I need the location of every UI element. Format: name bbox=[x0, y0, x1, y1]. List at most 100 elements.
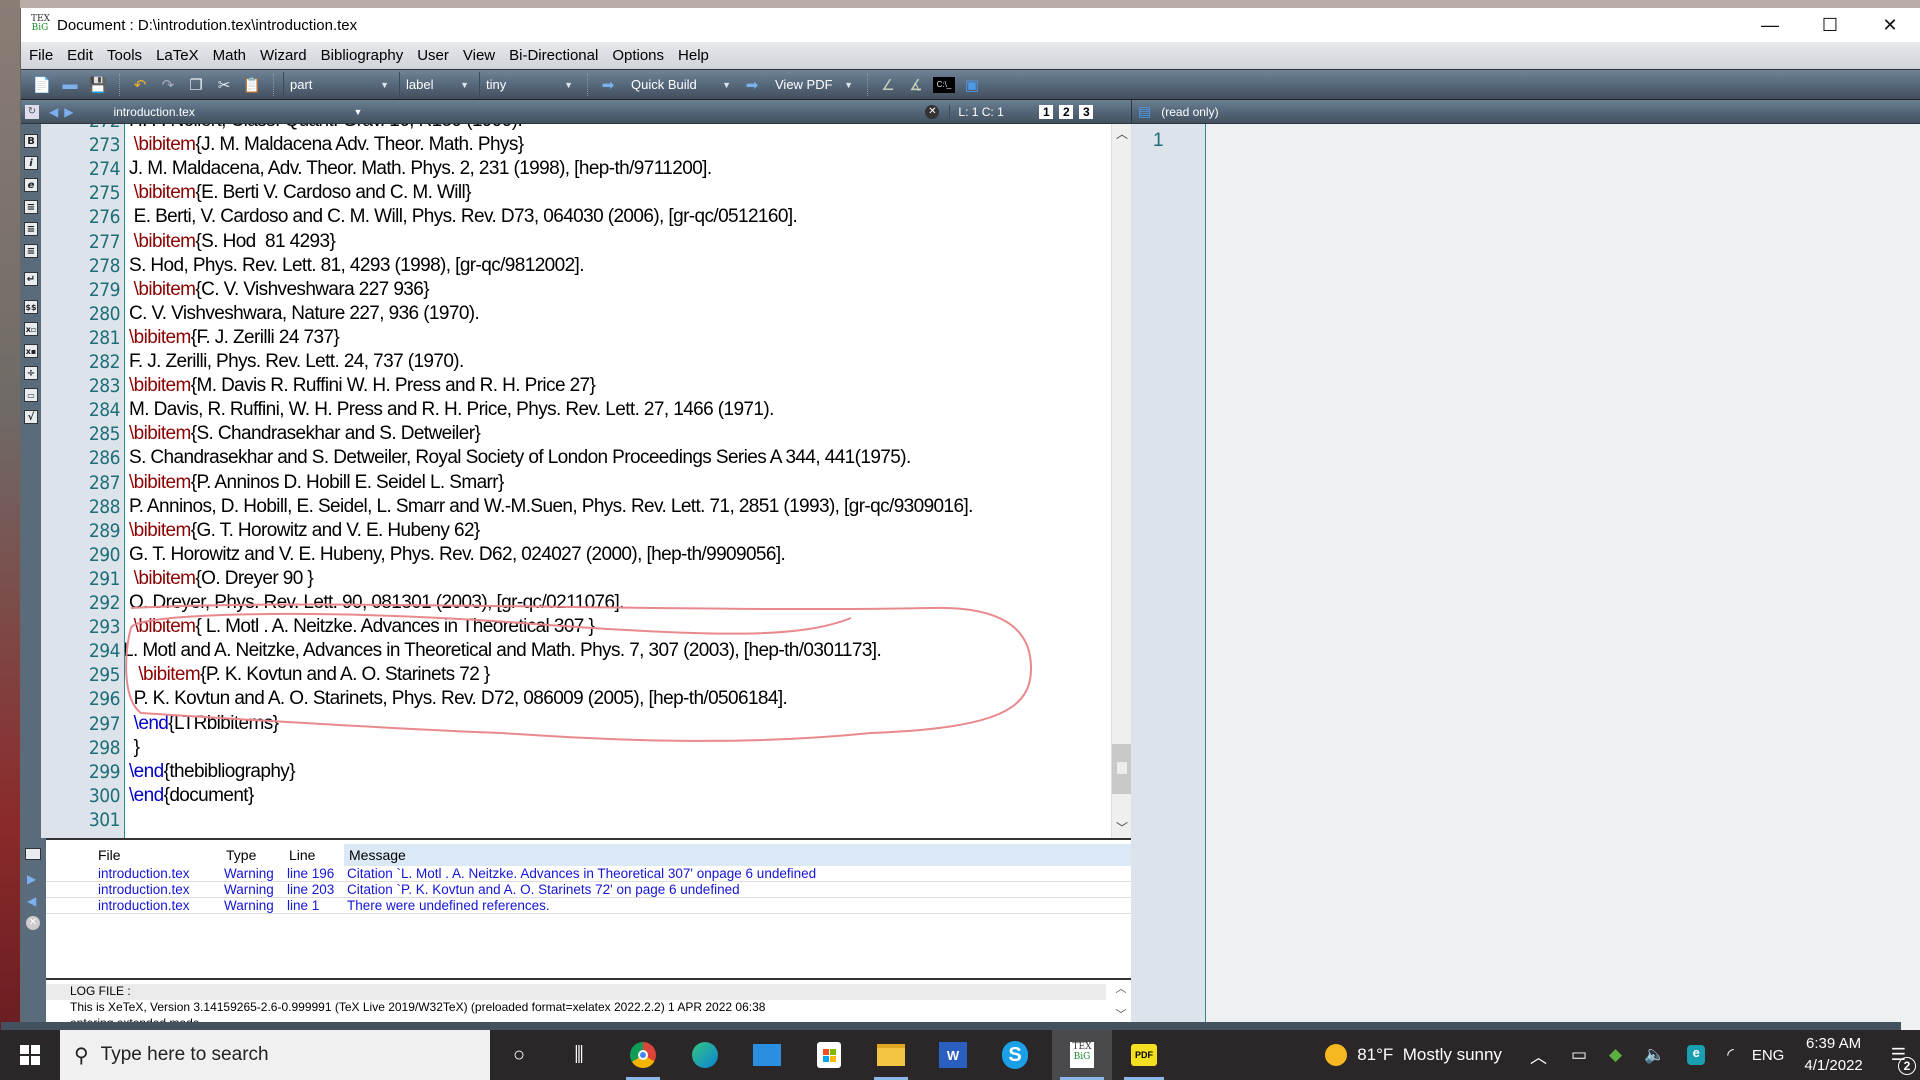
message-row[interactable]: introduction.tex Warning line 1 There were … bbox=[46, 898, 1131, 914]
menu-wizard[interactable]: Wizard bbox=[260, 47, 307, 64]
code-line[interactable]: S. Hod, Phys. Rev. Lett. 81, 4293 (1998)… bbox=[129, 255, 585, 277]
print-icon[interactable]: ▤ bbox=[1138, 103, 1151, 120]
code-line[interactable]: H. P. Nollert, Class. Quant. Grav. 16, R… bbox=[129, 124, 523, 132]
code-line[interactable]: \bibitem{C. V. Vishveshwara 227 936} bbox=[129, 279, 430, 301]
next-document-icon[interactable]: ▶ bbox=[64, 105, 73, 119]
open-file-icon[interactable]: ▬ bbox=[59, 74, 81, 96]
start-button[interactable] bbox=[0, 1030, 60, 1080]
menu-edit[interactable]: Edit bbox=[67, 47, 93, 64]
code-line[interactable]: P. Anninos, D. Hobill, E. Seidel, L. Sma… bbox=[129, 496, 973, 518]
code-line[interactable]: \bibitem{ L. Motl . A. Neitzke. Advances… bbox=[129, 616, 595, 638]
code-line[interactable]: E. Berti, V. Cardoso and C. M. Will, Phy… bbox=[129, 206, 798, 228]
undo-icon[interactable]: ↶ bbox=[129, 74, 151, 96]
menu-user[interactable]: User bbox=[417, 47, 449, 64]
scroll-down-icon[interactable]: ﹀ bbox=[1111, 1006, 1131, 1022]
refresh-icon[interactable]: ↻ bbox=[25, 104, 39, 119]
volume-icon[interactable]: 🔈 bbox=[1644, 1045, 1665, 1065]
pdf-viewer[interactable] bbox=[1206, 124, 1920, 1030]
divide-icon[interactable]: ÷ bbox=[24, 366, 38, 380]
menu-latex[interactable]: LaTeX bbox=[156, 47, 199, 64]
message-row[interactable]: introduction.tex Warning line 203 Citation … bbox=[46, 882, 1131, 898]
previous-error-icon[interactable]: ◀ bbox=[27, 894, 36, 908]
code-line[interactable]: \bibitem{F. J. Zerilli 24 737} bbox=[129, 327, 340, 349]
taskbar-search-box[interactable]: ⚲ Type here to search bbox=[60, 1030, 490, 1080]
run-arrow-icon[interactable]: ➡ bbox=[597, 74, 619, 96]
code-line[interactable]: \bibitem{O. Dreyer 90 } bbox=[129, 568, 314, 590]
italic-icon[interactable]: i bbox=[24, 156, 38, 170]
menu-bibliography[interactable]: Bibliography bbox=[321, 47, 404, 64]
document-tab[interactable]: introduction.tex bbox=[113, 105, 353, 119]
code-line[interactable]: } bbox=[129, 737, 140, 759]
chevron-down-icon[interactable]: ▼ bbox=[353, 107, 362, 117]
code-line[interactable]: \bibitem{S. Chandrasekhar and S. Detweil… bbox=[129, 423, 481, 445]
superscript-icon[interactable]: x▪ bbox=[24, 344, 38, 358]
cortana-icon[interactable]: ○ bbox=[494, 1030, 544, 1080]
edge-icon[interactable] bbox=[680, 1030, 730, 1080]
skype-icon[interactable]: S bbox=[990, 1030, 1040, 1080]
structure-combo[interactable]: part ▼ bbox=[283, 71, 395, 98]
microsoft-store-icon[interactable] bbox=[804, 1030, 854, 1080]
new-file-icon[interactable]: 📄 bbox=[31, 74, 53, 96]
align-left-icon[interactable]: ≡ bbox=[24, 200, 38, 214]
minimize-button[interactable]: — bbox=[1740, 8, 1800, 42]
scroll-down-icon[interactable]: ﹀ bbox=[1112, 818, 1132, 838]
next-error-icon[interactable]: ▶ bbox=[27, 872, 36, 886]
column-header-type[interactable]: Type bbox=[226, 847, 256, 863]
column-header-message[interactable]: Message bbox=[349, 847, 406, 863]
terminal-icon[interactable]: C:\_ bbox=[933, 76, 955, 93]
code-line[interactable]: P. K. Kovtun and A. O. Starinets, Phys. … bbox=[129, 688, 788, 710]
save-icon[interactable]: 💾 bbox=[87, 74, 109, 96]
code-line[interactable]: \bibitem{S. Hod 81 4293} bbox=[129, 231, 336, 253]
left-to-right-icon[interactable]: ∠ bbox=[877, 74, 899, 96]
eset-security-icon[interactable]: e bbox=[1687, 1045, 1706, 1065]
code-line[interactable]: \bibitem{J. M. Maldacena Adv. Theor. Mat… bbox=[129, 134, 524, 156]
language-indicator[interactable]: ENG bbox=[1752, 1047, 1785, 1064]
fraction-icon[interactable]: ▭ bbox=[24, 388, 38, 402]
align-right-icon[interactable]: ≡ bbox=[24, 244, 38, 258]
close-button[interactable]: ✕ bbox=[1860, 8, 1920, 42]
code-line[interactable]: \bibitem{M. Davis R. Ruffini W. H. Press… bbox=[129, 375, 596, 397]
close-document-icon[interactable]: ✕ bbox=[925, 104, 940, 119]
word-icon[interactable]: W bbox=[928, 1030, 978, 1080]
label-combo[interactable]: label ▼ bbox=[399, 71, 475, 98]
scroll-up-icon[interactable]: ︿ bbox=[1112, 124, 1132, 144]
column-header-file[interactable]: File bbox=[98, 847, 121, 863]
image-icon[interactable] bbox=[25, 848, 41, 860]
right-to-left-icon[interactable]: ∡ bbox=[905, 74, 927, 96]
task-view-icon[interactable]: ⫼ bbox=[554, 1030, 604, 1080]
split-view-2-button[interactable]: 2 bbox=[1059, 104, 1074, 119]
math-mode-icon[interactable]: $$ bbox=[24, 300, 38, 314]
show-hidden-icons-icon[interactable]: ︿ bbox=[1530, 1043, 1547, 1068]
weather-icon[interactable] bbox=[1325, 1044, 1348, 1066]
prev-document-icon[interactable]: ◀ bbox=[49, 105, 58, 119]
view-arrow-icon[interactable]: ➡ bbox=[741, 74, 763, 96]
code-line[interactable]: L. Motl and A. Neitzke, Advances in Theo… bbox=[125, 640, 882, 662]
quick-build-combo[interactable]: Quick Build ▼ bbox=[625, 72, 737, 98]
column-header-line[interactable]: Line bbox=[289, 847, 315, 863]
copy-icon[interactable]: ❐ bbox=[185, 74, 207, 96]
cut-icon[interactable]: ✂ bbox=[213, 74, 235, 96]
menu-bi-directional[interactable]: Bi-Directional bbox=[509, 47, 598, 64]
align-center-icon[interactable]: ≡ bbox=[24, 222, 38, 236]
wifi-icon[interactable]: ◜ bbox=[1727, 1045, 1734, 1065]
paste-icon[interactable]: 📋 bbox=[241, 74, 263, 96]
editor-scrollbar[interactable]: ︿ ﹀ bbox=[1111, 124, 1132, 838]
code-line[interactable]: G. T. Horowitz and V. E. Hubeny, Phys. R… bbox=[129, 544, 786, 566]
code-line[interactable]: O. Dreyer, Phys. Rev. Lett. 90, 081301 (… bbox=[129, 592, 624, 614]
view-pdf-combo[interactable]: View PDF ▼ bbox=[769, 72, 859, 98]
message-row[interactable]: introduction.tex Warning line 196 Citation … bbox=[46, 866, 1131, 882]
scroll-thumb[interactable] bbox=[1112, 744, 1132, 794]
clock[interactable]: 6:39 AM 4/1/2022 bbox=[1804, 1033, 1862, 1077]
bold-icon[interactable]: B bbox=[24, 134, 38, 148]
code-line[interactable]: S. Chandrasekhar and S. Detweiler, Royal… bbox=[129, 447, 911, 469]
menu-options[interactable]: Options bbox=[612, 47, 664, 64]
notifications-icon[interactable]: ☰ 2 bbox=[1891, 1045, 1916, 1075]
clear-icon[interactable]: ✕ bbox=[26, 916, 40, 930]
menu-file[interactable]: File bbox=[29, 47, 53, 64]
weather-text[interactable]: 81°F Mostly sunny bbox=[1357, 1045, 1502, 1065]
scroll-up-icon[interactable]: ︿ bbox=[1111, 980, 1131, 996]
code-line[interactable]: \end{thebibliography} bbox=[129, 761, 296, 783]
maximize-button[interactable]: ☐ bbox=[1800, 8, 1860, 42]
pdf-reader-icon[interactable]: PDF bbox=[1116, 1030, 1172, 1080]
download-manager-icon[interactable]: ◆ bbox=[1609, 1045, 1622, 1065]
